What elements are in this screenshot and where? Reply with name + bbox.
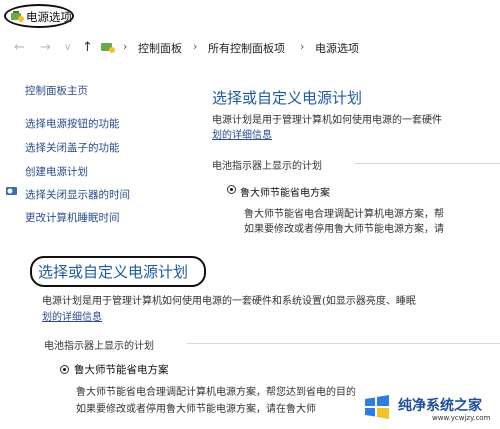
plan-radio[interactable] [227,185,236,194]
zoom-details-link[interactable]: 划的详细信息 [42,308,102,323]
main-panel: 选择或自定义电源计划 电源计划是用于管理计算机如何使用电源的一套硬件 划的详细信… [0,0,500,240]
zoom-heading: 选择或自定义电源计划 [38,263,189,281]
zoom-section-header: 电池指示器上显示的计划 [44,341,154,352]
plan-description: 电源计划是用于管理计算机如何使用电源的一套硬件 [212,115,442,126]
page-heading: 选择或自定义电源计划 [212,89,363,107]
watermark-brand: 纯净系统之家 [398,398,482,414]
plan-details-link[interactable]: 划的详细信息 [212,126,272,141]
zoom-description: 电源计划是用于管理计算机如何使用电源的一套硬件和系统设置(如显示器亮度、睡眠 [42,296,416,307]
zoom-section-divider [187,343,500,344]
section-header: 电池指示器上显示的计划 [212,161,322,172]
plan-detail-line-2: 如果要修改或者停用鲁大师节能电源方案，请 [244,224,444,235]
zoom-plan-radio[interactable] [60,365,69,374]
zoom-plan-detail-line-1: 鲁大师节能省电合理调配计算机电源方案，帮您达到省电的目的 [76,387,356,398]
watermark-url: www.ycwjzy.com [432,414,491,422]
section-divider [355,163,500,164]
zoom-plan-name[interactable]: 鲁大师节能省电方案 [74,362,169,377]
plan-name[interactable]: 鲁大师节能省电方案 [240,184,330,199]
plan-detail-line-1: 鲁大师节能省电合理调配计算机电源方案，帮 [244,209,444,220]
windows-logo-icon [365,395,389,419]
zoom-plan-detail-line-2: 如果要修改或者停用鲁大师节能电源方案，请在鲁大师 [76,404,316,415]
